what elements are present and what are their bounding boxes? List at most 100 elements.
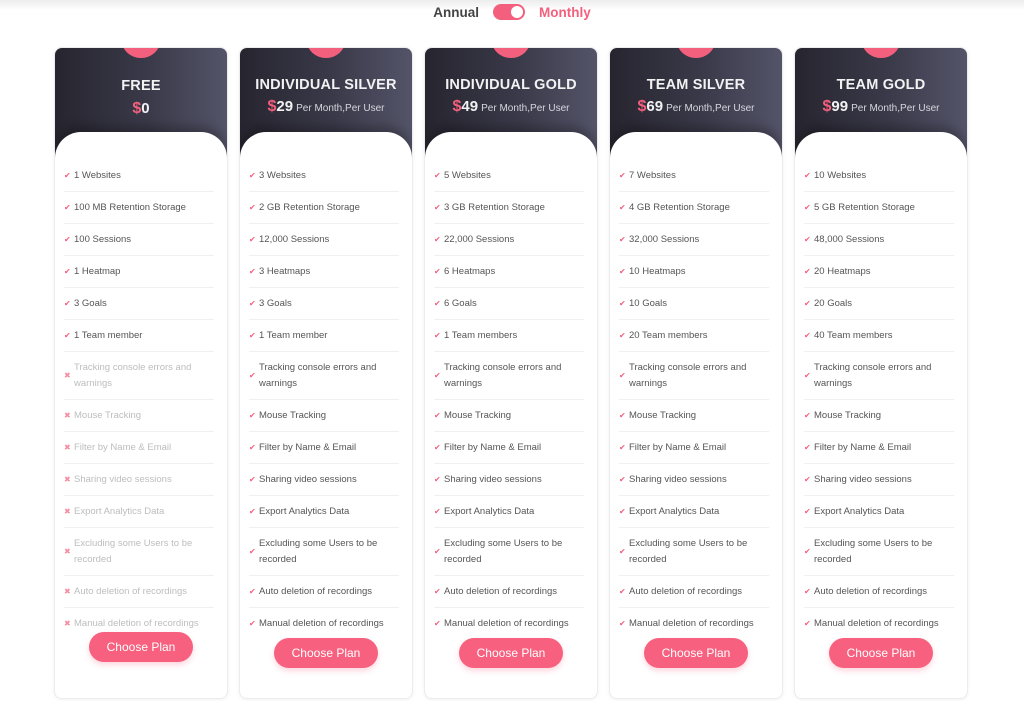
plan-price: $69 Per Month,Per User xyxy=(610,98,782,116)
check-icon: ✔ xyxy=(804,266,811,276)
feature-item: ✔ Tracking console errors and warnings xyxy=(249,352,399,400)
price-amount: 0 xyxy=(141,100,150,117)
feature-text: 2 GB Retention Storage xyxy=(259,201,360,213)
feature-text: Manual deletion of recordings xyxy=(444,618,569,629)
feature-item: ✖ Filter by Name & Email xyxy=(64,432,214,464)
plan-price: $99 Per Month,Per User xyxy=(795,98,967,116)
feature-text: Excluding some Users to be recorded xyxy=(629,537,748,565)
feature-text: Sharing video sessions xyxy=(814,473,912,485)
check-icon: ✔ xyxy=(249,506,256,516)
feature-item: ✔ 2 GB Retention Storage xyxy=(249,192,399,224)
check-icon: ✔ xyxy=(804,170,811,180)
feature-text: 20 Heatmaps xyxy=(814,265,871,277)
choose-plan-button[interactable]: Choose Plan xyxy=(274,638,378,668)
plan-price: $49 Per Month,Per User xyxy=(425,98,597,116)
feature-item: ✔ Sharing video sessions xyxy=(619,464,769,496)
feature-item: ✔ Filter by Name & Email xyxy=(804,432,954,464)
feature-item: ✔ 20 Goals xyxy=(804,288,954,320)
check-icon: ✔ xyxy=(64,266,71,276)
feature-item: ✔ Excluding some Users to be recorded xyxy=(434,528,584,576)
cross-icon: ✖ xyxy=(64,546,71,556)
feature-item: ✖ Auto deletion of recordings xyxy=(64,576,214,608)
switch-knob xyxy=(511,6,523,18)
cross-icon: ✖ xyxy=(64,442,71,452)
annual-label[interactable]: Annual xyxy=(433,5,479,20)
header-badge-circle xyxy=(307,48,345,58)
feature-text: 40 Team members xyxy=(814,329,893,341)
check-icon: ✔ xyxy=(619,586,626,596)
check-icon: ✔ xyxy=(619,506,626,516)
feature-text: Manual deletion of recordings xyxy=(74,618,199,629)
feature-text: Filter by Name & Email xyxy=(259,441,357,453)
feature-item: ✔ 20 Heatmaps xyxy=(804,256,954,288)
check-icon: ✔ xyxy=(434,474,441,484)
card-body: ✔ 5 Websites ✔ 3 GB Retention Storage ✔ 22,00… xyxy=(425,132,597,698)
monthly-label[interactable]: Monthly xyxy=(539,5,591,20)
feature-item: ✔ 48,000 Sessions xyxy=(804,224,954,256)
feature-text: Export Analytics Data xyxy=(74,505,165,517)
check-icon: ✔ xyxy=(804,370,811,380)
feature-item: ✔ 1 Team members xyxy=(434,320,584,352)
check-icon: ✔ xyxy=(249,234,256,244)
check-icon: ✔ xyxy=(804,442,811,452)
check-icon: ✔ xyxy=(619,266,626,276)
check-icon: ✔ xyxy=(619,619,626,628)
feature-list: ✔ 5 Websites ✔ 3 GB Retention Storage ✔ 22,00… xyxy=(434,160,584,640)
feature-text: Mouse Tracking xyxy=(444,409,512,421)
header-badge-circle xyxy=(677,48,715,58)
feature-text: Mouse Tracking xyxy=(629,409,697,421)
feature-item: ✔ Auto deletion of recordings xyxy=(804,576,954,608)
feature-item: ✖ Mouse Tracking xyxy=(64,400,214,432)
feature-text: Auto deletion of recordings xyxy=(444,585,558,597)
feature-item: ✔ Excluding some Users to be recorded xyxy=(249,528,399,576)
feature-item: ✔ 3 Goals xyxy=(249,288,399,320)
feature-list: ✔ 1 Websites ✔ 100 MB Retention Storage ✔ 100… xyxy=(64,160,214,640)
check-icon: ✔ xyxy=(249,619,256,628)
feature-item: ✔ Filter by Name & Email xyxy=(434,432,584,464)
feature-item: ✔ Sharing video sessions xyxy=(434,464,584,496)
check-icon: ✔ xyxy=(804,234,811,244)
check-icon: ✔ xyxy=(64,202,71,212)
cross-icon: ✖ xyxy=(64,619,71,628)
feature-item: ✔ 6 Goals xyxy=(434,288,584,320)
check-icon: ✔ xyxy=(249,170,256,180)
header-badge-circle xyxy=(862,48,900,58)
feature-item: ✔ 10 Heatmaps xyxy=(619,256,769,288)
feature-item: ✔ Excluding some Users to be recorded xyxy=(804,528,954,576)
choose-plan-button[interactable]: Choose Plan xyxy=(459,638,563,668)
feature-text: 12,000 Sessions xyxy=(259,233,330,245)
feature-text: 1 Team member xyxy=(74,329,143,341)
choose-plan-button[interactable]: Choose Plan xyxy=(829,638,933,668)
feature-text: Tracking console errors and warnings xyxy=(444,361,562,389)
check-icon: ✔ xyxy=(249,266,256,276)
feature-text: Mouse Tracking xyxy=(74,409,142,421)
plan-name: TEAM GOLD xyxy=(836,77,926,93)
feature-list: ✔ 7 Websites ✔ 4 GB Retention Storage ✔ 32,00… xyxy=(619,160,769,640)
choose-plan-button[interactable]: Choose Plan xyxy=(89,632,193,662)
feature-item: ✔ Mouse Tracking xyxy=(434,400,584,432)
price-amount: 29 xyxy=(276,98,294,115)
feature-item: ✔ 12,000 Sessions xyxy=(249,224,399,256)
plan-price: $29 Per Month,Per User xyxy=(240,98,412,116)
feature-item: ✔ 4 GB Retention Storage xyxy=(619,192,769,224)
feature-text: Tracking console errors and warnings xyxy=(259,361,377,389)
feature-item: ✔ 6 Heatmaps xyxy=(434,256,584,288)
billing-period-switch[interactable] xyxy=(493,4,525,20)
choose-plan-button[interactable]: Choose Plan xyxy=(644,638,748,668)
feature-text: Tracking console errors and warnings xyxy=(629,361,747,389)
pricing-cards: FREE $0 ✔ 1 Websites ✔ 100 MB Retention Sto… xyxy=(54,47,968,699)
check-icon: ✔ xyxy=(434,442,441,452)
feature-text: 100 Sessions xyxy=(74,233,132,245)
check-icon: ✔ xyxy=(434,586,441,596)
feature-text: 3 Goals xyxy=(74,297,107,309)
feature-item: ✔ 32,000 Sessions xyxy=(619,224,769,256)
price-amount: 99 xyxy=(831,98,849,115)
feature-text: 3 Heatmaps xyxy=(259,265,311,277)
check-icon: ✔ xyxy=(249,202,256,212)
plan-name: FREE xyxy=(121,78,161,94)
plan-price: $0 xyxy=(55,100,227,118)
feature-item: ✔ 3 Websites xyxy=(249,160,399,192)
check-icon: ✔ xyxy=(434,619,441,628)
feature-text: 5 GB Retention Storage xyxy=(814,201,915,213)
check-icon: ✔ xyxy=(619,370,626,380)
